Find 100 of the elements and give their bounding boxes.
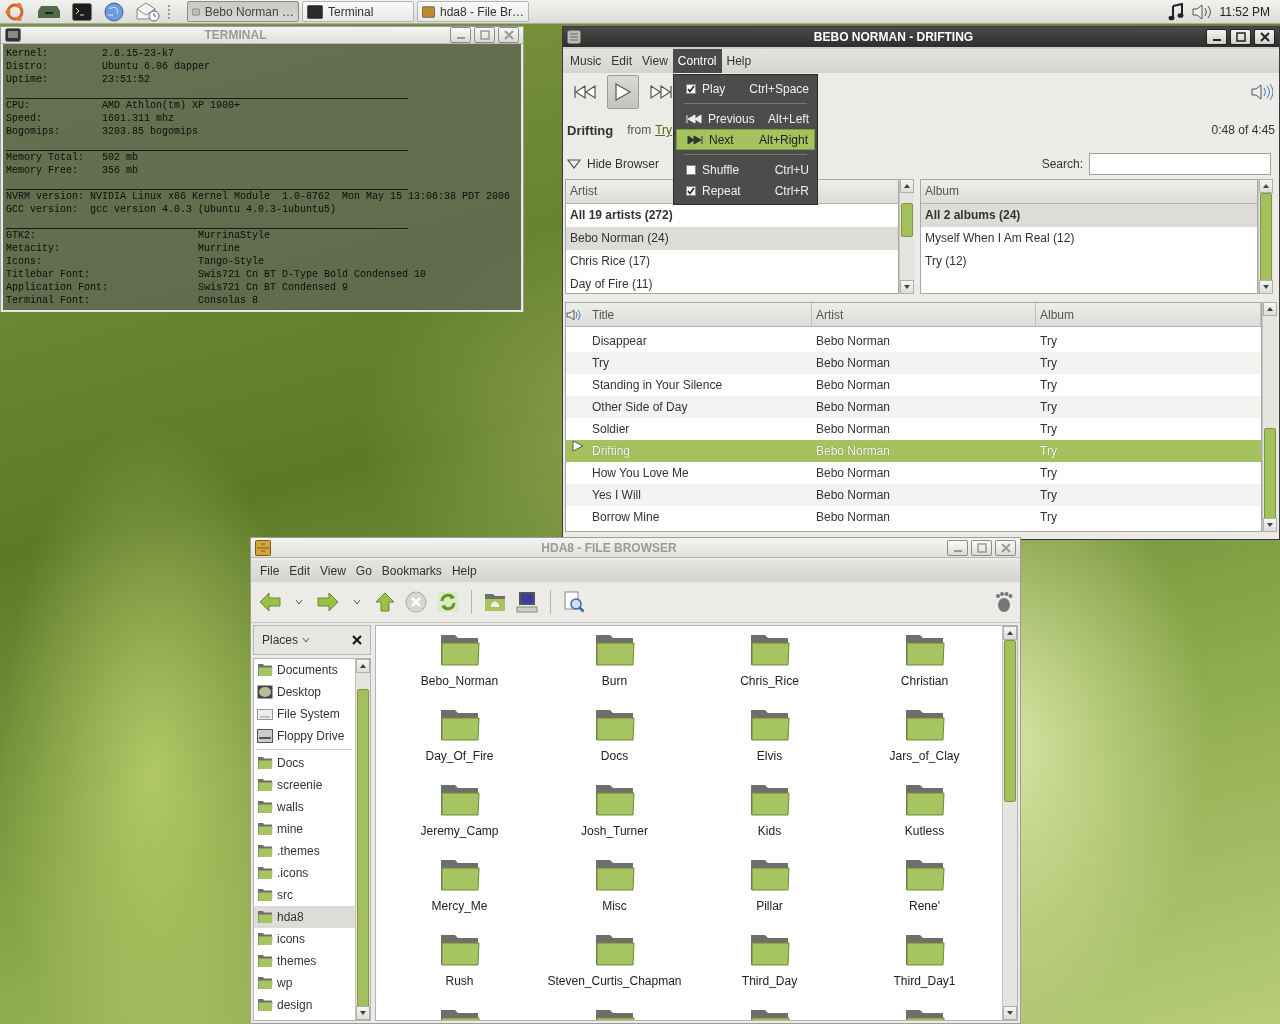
scrollbar[interactable] (355, 659, 370, 1020)
sidebar-item[interactable]: Documents (254, 659, 355, 681)
menu-item[interactable]: Help (721, 49, 757, 73)
volume-icon[interactable] (1251, 83, 1273, 101)
list-item[interactable]: Myself When I Am Real (12) (921, 227, 1257, 250)
checkbox[interactable] (686, 185, 696, 196)
menu-item[interactable]: Music (565, 49, 607, 73)
sidebar-item[interactable]: wp (254, 972, 355, 994)
forward-button[interactable] (315, 590, 341, 614)
sidebar-item[interactable]: src (254, 884, 355, 906)
menu-item[interactable]: Edit (606, 49, 638, 73)
sidebar-item[interactable]: mine (254, 818, 355, 840)
close-button[interactable] (350, 633, 364, 647)
scrollbar[interactable] (899, 179, 914, 294)
menu-item[interactable]: Help (446, 564, 482, 578)
folder-item[interactable]: Burn (537, 632, 692, 707)
menu-item[interactable]: Bookmarks (376, 564, 447, 578)
folder-item[interactable]: Rene' (847, 857, 1002, 932)
folder-item[interactable]: Third_Day1 (847, 932, 1002, 1007)
folder-item[interactable]: Jeremy_Camp (382, 782, 537, 857)
play-button[interactable] (607, 75, 639, 109)
row-highlight[interactable] (566, 440, 588, 462)
scrollbar[interactable] (1258, 179, 1273, 294)
folder-item[interactable]: Docs (537, 707, 692, 782)
folder-item[interactable]: Mercy_Me (382, 857, 537, 932)
mail-icon[interactable] (136, 1, 160, 22)
scrollbar[interactable] (1002, 626, 1017, 1020)
menu-item[interactable]: File (255, 564, 285, 578)
menu-item[interactable]: Repeat Ctrl+R (676, 180, 815, 201)
column-header[interactable]: Album (921, 180, 1257, 204)
list-item[interactable]: Day of Fire (11) (566, 273, 898, 293)
globe-icon[interactable] (104, 1, 124, 22)
close-button[interactable] (1254, 29, 1275, 45)
folder-item[interactable]: Bebo_Norman (382, 632, 537, 707)
sidebar-item[interactable]: Floppy Drive (254, 725, 355, 747)
terminal-icon[interactable] (72, 2, 92, 21)
folder-item[interactable]: Josh_Turner (537, 782, 692, 857)
sidebar-item[interactable]: File System (254, 703, 355, 725)
back-button[interactable] (257, 590, 283, 614)
list-item[interactable]: All 19 artists (272) (566, 204, 898, 227)
sidebar-item[interactable]: themes (254, 950, 355, 972)
sidebar-item[interactable]: Desktop (254, 681, 355, 703)
sidebar-item[interactable]: Docs (254, 752, 355, 774)
folder-item[interactable]: Pillar (692, 857, 847, 932)
menu-item[interactable]: View (637, 49, 673, 73)
scrollbar[interactable] (1262, 302, 1277, 532)
folder-item[interactable]: Elvis (692, 707, 847, 782)
menu-item[interactable]: View (315, 564, 351, 578)
sidebar-item[interactable]: screenie (254, 774, 355, 796)
ubuntu-logo-icon[interactable] (4, 0, 26, 23)
folder-item[interactable]: Jars_of_Clay (847, 707, 1002, 782)
sidebar-item[interactable]: .icons (254, 862, 355, 884)
sidebar-item[interactable]: hda8 (254, 906, 355, 928)
menu-item[interactable]: Shuffle Ctrl+U (676, 159, 815, 180)
sidebar-item[interactable]: icons (254, 928, 355, 950)
folder-item[interactable]: Kids (692, 782, 847, 857)
taskbar-button[interactable]: Terminal (302, 1, 414, 22)
checkbox[interactable] (686, 83, 696, 94)
folder-item[interactable]: Day_Of_Fire (382, 707, 537, 782)
minimize-button[interactable] (1206, 29, 1227, 45)
sidebar-item[interactable]: .themes (254, 840, 355, 862)
drive-icon[interactable] (38, 4, 60, 19)
menu-item[interactable]: Control (672, 49, 722, 73)
folder-item[interactable]: Third_Day (692, 932, 847, 1007)
checkbox[interactable] (686, 164, 696, 175)
music-note-icon[interactable] (1167, 2, 1184, 21)
maximize-button[interactable] (1230, 29, 1251, 45)
list-item[interactable]: Try (12) (921, 250, 1257, 273)
sidebar-item[interactable]: design (254, 994, 355, 1016)
menu-item[interactable]: Play Ctrl+Space (676, 78, 815, 99)
menu-item[interactable]: Next Alt+Right (676, 129, 815, 150)
clock[interactable]: 11:52 PM (1219, 4, 1270, 19)
search-button[interactable] (561, 589, 587, 615)
list-item[interactable]: Chris Rice (17) (566, 250, 898, 273)
album-link[interactable]: Try (655, 123, 673, 137)
folder-item[interactable]: Christian (847, 632, 1002, 707)
menu-item[interactable]: Go (350, 564, 377, 578)
folder-item[interactable]: Rush (382, 932, 537, 1007)
folder-item[interactable]: Chris_Rice (692, 632, 847, 707)
folder-item[interactable]: Misc (537, 857, 692, 932)
column-header[interactable]: Title (588, 303, 812, 326)
column-header[interactable]: Artist (812, 303, 1036, 326)
menu-item[interactable]: Previous Alt+Left (676, 108, 815, 129)
places-dropdown[interactable]: Places (262, 633, 311, 647)
search-field[interactable] (1089, 153, 1271, 175)
menu-item[interactable]: Edit (284, 564, 316, 578)
computer-button[interactable] (514, 589, 540, 615)
volume-icon[interactable] (1191, 3, 1212, 20)
list-item[interactable]: Bebo Norman (24) (566, 227, 898, 250)
stop-button[interactable] (403, 589, 429, 615)
folder-item[interactable]: Steven_Curtis_Chapman (537, 932, 692, 1007)
column-header[interactable]: Album (1036, 303, 1261, 326)
taskbar-button[interactable]: Bebo Norman … (187, 1, 299, 22)
taskbar-button[interactable]: hda8 - File Br… (417, 1, 529, 22)
sidebar-item[interactable]: walls (254, 796, 355, 818)
list-item[interactable]: All 2 albums (24) (921, 204, 1257, 227)
up-button[interactable] (373, 590, 397, 614)
hide-browser-toggle[interactable]: Hide Browser (567, 157, 660, 171)
reload-button[interactable] (435, 589, 461, 615)
folder-item[interactable]: Kutless (847, 782, 1002, 857)
